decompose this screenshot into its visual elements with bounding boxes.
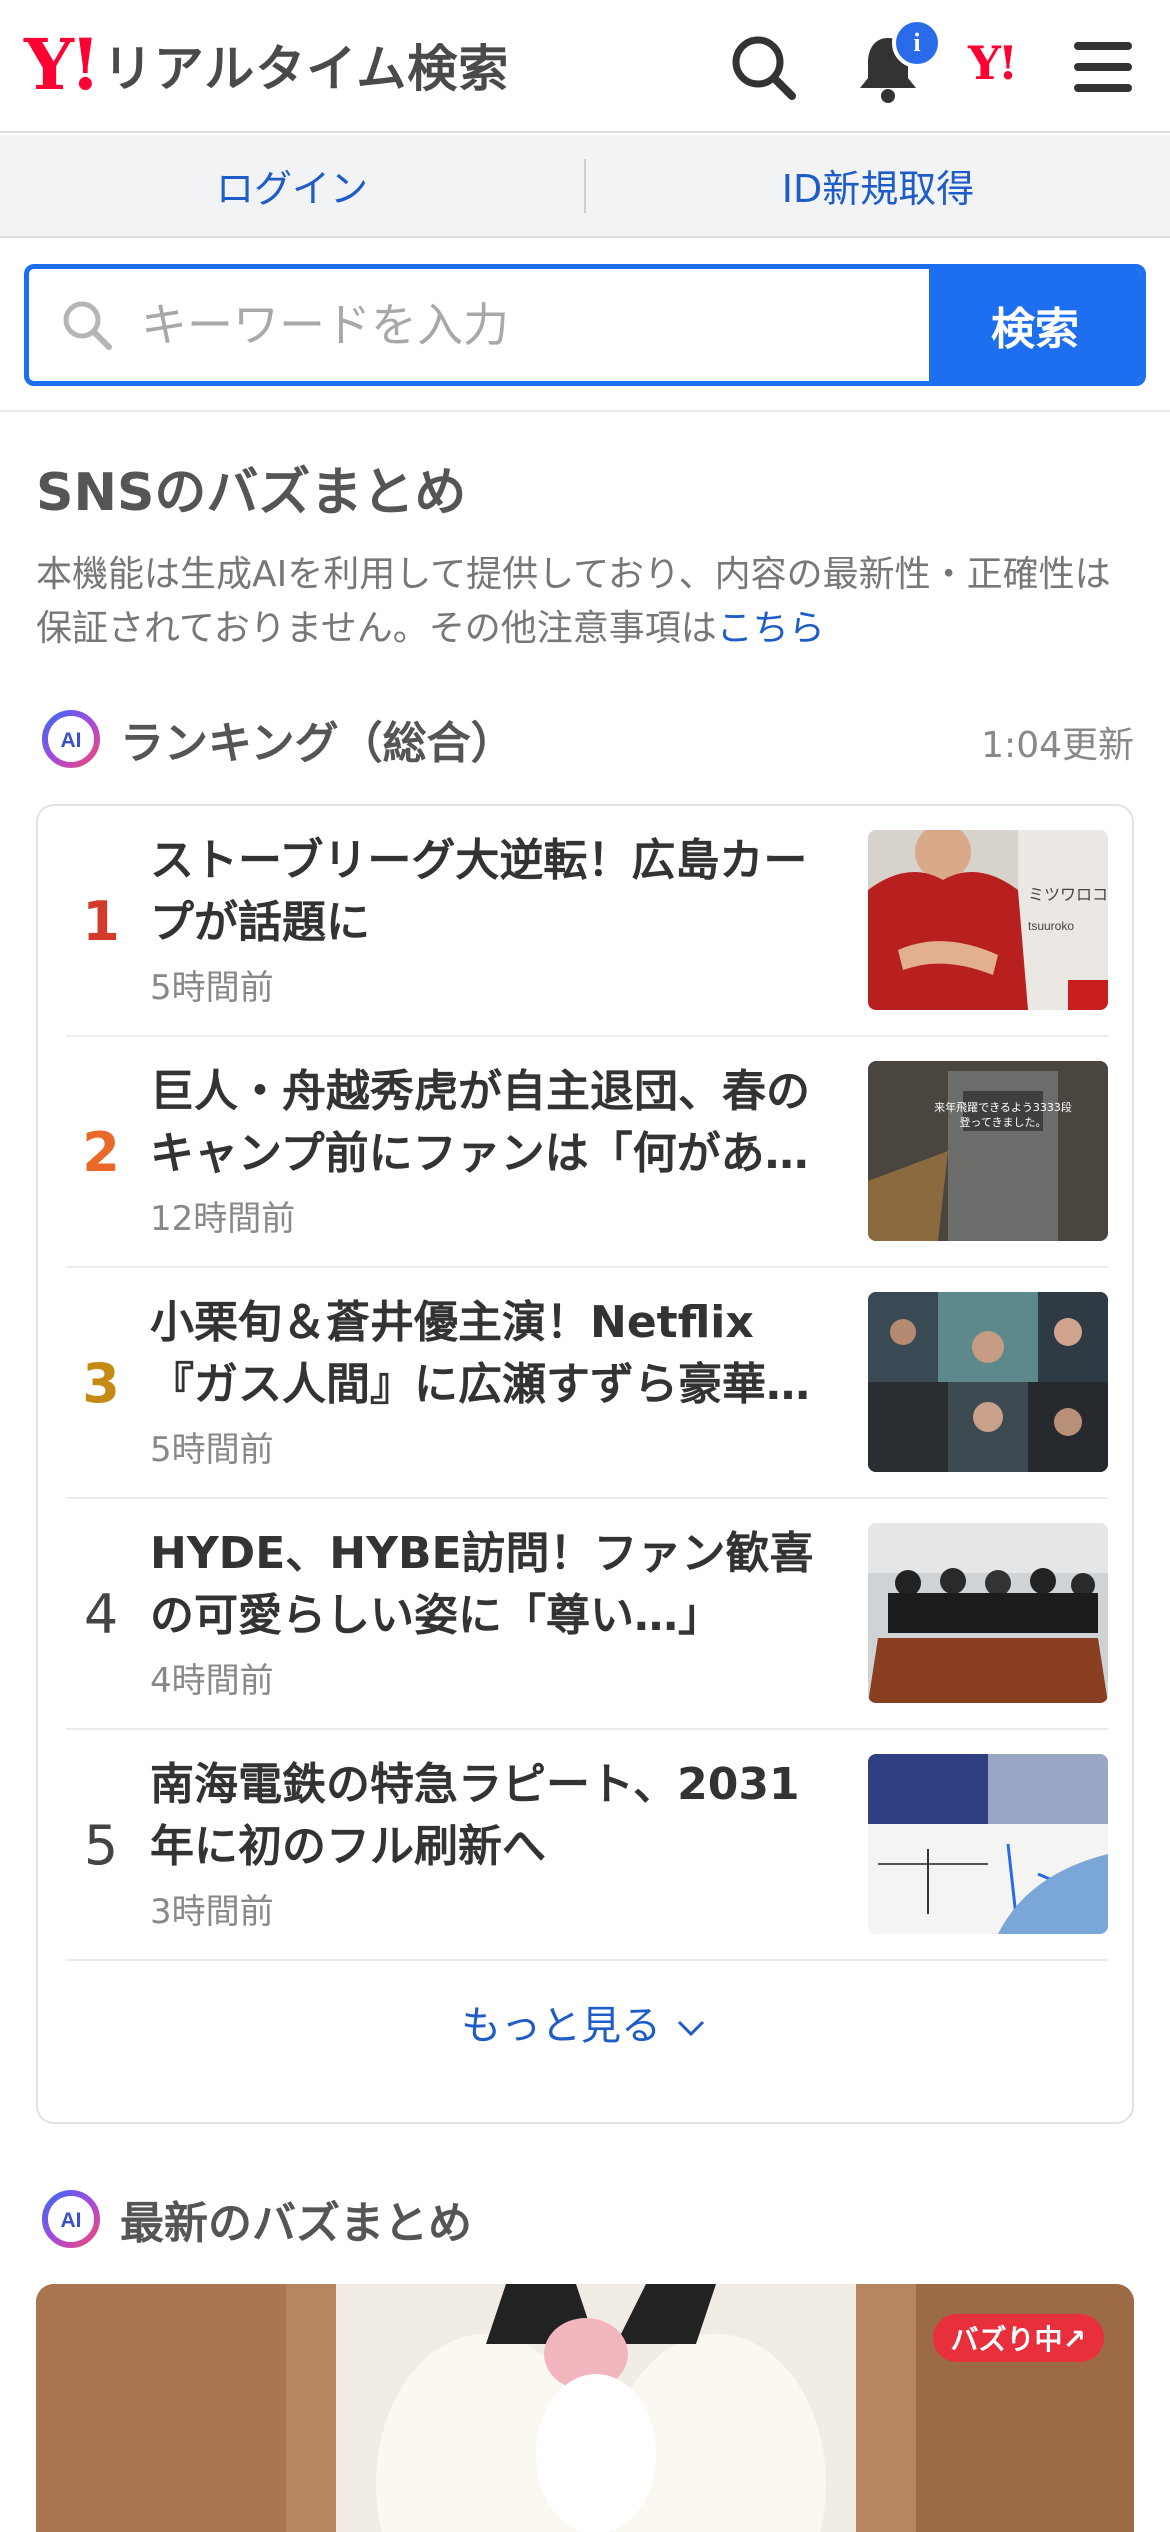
ai-icon: AI [42, 710, 100, 768]
ranking-item-title: 南海電鉄の特急ラピート、2031年に初のフル刷新へ [150, 1759, 800, 1872]
ranking-item-time: 5時間前 [150, 968, 274, 1008]
rank-number: 4 [83, 1583, 119, 1646]
chevron-down-icon [677, 2020, 705, 2037]
ranking-item-title: 巨人・舟越秀虎が自主退団、春のキャンプ前にファンは「何があ… [150, 1066, 810, 1179]
auth-bar: ログイン ID新規取得 [0, 135, 1170, 238]
ranking-thumbnail [868, 1754, 1108, 1934]
ranking-thumbnail: ミツワロコ tsuuroko [868, 830, 1108, 1010]
disclaimer-link[interactable]: こちら [717, 608, 825, 649]
ai-label: AI [61, 2209, 82, 2232]
ranking-thumbnail [868, 1523, 1108, 1703]
ranking-thumbnail: 来年飛躍できるよう3333段 登ってきました。 [868, 1061, 1108, 1241]
latest-heading: AI 最新のバズまとめ [40, 2184, 472, 2254]
see-more-button[interactable]: もっと見る [38, 1976, 1132, 2076]
search-icon[interactable] [724, 28, 804, 108]
see-more-label: もっと見る [461, 2003, 661, 2049]
updated-time: 1:04更新 [981, 725, 1134, 766]
ranking-item-title: 小栗旬＆蒼井優主演！Netflix『ガス人間』に広瀬すずら豪華… [150, 1297, 810, 1410]
search-icon [63, 301, 112, 350]
site-logo[interactable]: Y! リアルタイム検索 [24, 30, 509, 100]
notification-badge: i [892, 18, 942, 68]
search-button[interactable]: 検索 [929, 269, 1141, 381]
ranking-item[interactable]: 5 南海電鉄の特急ラピート、2031年に初のフル刷新へ 3時間前 [66, 1730, 1108, 1961]
ranking-item-title: ストーブリーグ大逆転！広島カープが話題に [150, 835, 808, 948]
yahoo-logo-mark: Y! [24, 23, 101, 106]
svg-text:ミツワロコ: ミツワロコ [1028, 885, 1108, 904]
svg-text:tsuuroko: tsuuroko [1028, 919, 1074, 933]
menu-icon[interactable] [1064, 28, 1144, 108]
rank-number: 1 [82, 890, 120, 953]
ranking-title: ランキング（総合） [120, 718, 515, 769]
ranking-item-time: 5時間前 [150, 1430, 274, 1470]
ranking-item-time: 4時間前 [150, 1661, 274, 1701]
yahoo-logo-icon[interactable]: Y! [968, 36, 1018, 90]
ranking-heading: AI ランキング（総合） [40, 704, 515, 774]
ranking-card: 1 ストーブリーグ大逆転！広島カープが話題に 5時間前 ミツワロコ tsuuro… [36, 804, 1134, 2124]
page-title: SNSのバズまとめ [36, 463, 467, 523]
ranking-item-title: HYDE、HYBE訪問！ファン歓喜の可愛らしい姿に「尊い…」 [150, 1528, 814, 1641]
ranking-item[interactable]: 2 巨人・舟越秀虎が自主退団、春のキャンプ前にファンは「何があ… 12時間前 来… [66, 1037, 1108, 1268]
app-header: Y! リアルタイム検索 i Y! [0, 0, 1170, 133]
buzzing-badge: バズり中↗ [932, 2314, 1104, 2362]
latest-buzz-card[interactable]: バズり中↗ [36, 2284, 1134, 2532]
ai-icon: AI [42, 2190, 100, 2248]
ai-label: AI [61, 729, 82, 752]
svg-text:来年飛躍できるよう3333段: 来年飛躍できるよう3333段 [934, 1100, 1072, 1114]
ranking-item[interactable]: 1 ストーブリーグ大逆転！広島カープが話題に 5時間前 ミツワロコ tsuuro… [66, 806, 1108, 1037]
section-divider [0, 410, 1170, 412]
disclaimer-text: 本機能は生成AIを利用して提供しており、内容の最新性・正確性は保証されておりませ… [36, 548, 1146, 656]
ranking-item-time: 12時間前 [150, 1199, 296, 1239]
rank-number: 3 [82, 1352, 120, 1415]
rank-number: 2 [82, 1121, 120, 1184]
login-link[interactable]: ログイン [0, 158, 584, 213]
ranking-thumbnail [868, 1292, 1108, 1472]
ranking-item[interactable]: 4 HYDE、HYBE訪問！ファン歓喜の可愛らしい姿に「尊い…」 4時間前 [66, 1499, 1108, 1730]
svg-text:登ってきました。: 登ってきました。 [959, 1115, 1046, 1129]
latest-title: 最新のバズまとめ [120, 2198, 472, 2249]
ranking-item[interactable]: 3 小栗旬＆蒼井優主演！Netflix『ガス人間』に広瀬すずら豪華… 5時間前 [66, 1268, 1108, 1499]
rank-number: 5 [83, 1814, 119, 1877]
logo-text: リアルタイム検索 [102, 40, 510, 98]
disclaimer-body: 本機能は生成AIを利用して提供しており、内容の最新性・正確性は保証されておりませ… [36, 554, 1111, 649]
search-box: 検索 [24, 264, 1146, 386]
signup-link[interactable]: ID新規取得 [586, 158, 1170, 213]
search-input[interactable] [141, 269, 941, 381]
ranking-item-time: 3時間前 [150, 1892, 274, 1932]
